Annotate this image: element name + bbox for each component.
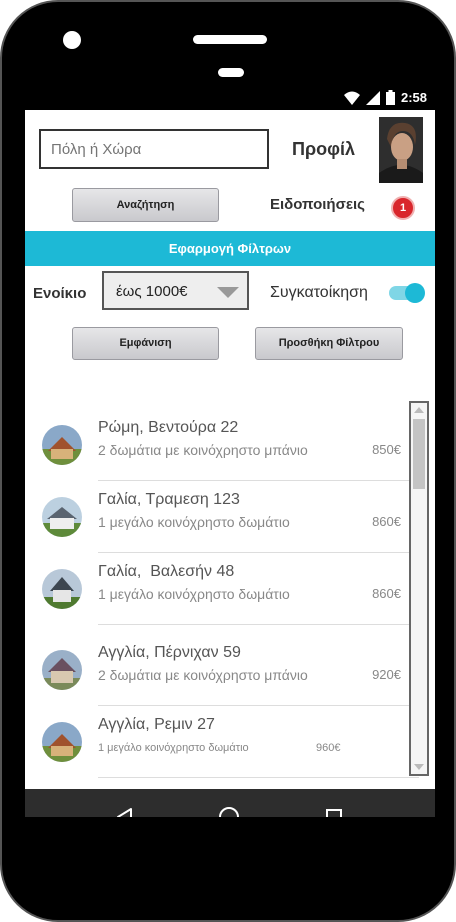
scroll-down-icon[interactable] <box>414 764 424 770</box>
app-screen: 2:58 Προφίλ Αναζήτηση Ειδοποιήσεις 1 Εφα… <box>25 87 435 817</box>
row-divider <box>98 624 419 625</box>
earpiece-speaker <box>193 35 267 44</box>
rent-dropdown-value: έως 1000€ <box>116 283 188 300</box>
listing-price: 960€ <box>316 742 341 754</box>
avatar-image <box>379 117 423 183</box>
toggle-knob <box>405 283 425 303</box>
front-camera <box>63 31 81 49</box>
apply-filters-button[interactable]: Εφαρμογή Φίλτρων <box>25 231 435 266</box>
listing-row[interactable]: Αγγλία, Πέρνιχαν 59 2 δωμάτια με κοινόχρ… <box>39 634 419 706</box>
house-thumbnail <box>42 497 82 537</box>
house-thumbnail <box>42 650 82 690</box>
house-thumbnail <box>42 425 82 465</box>
house-thumbnail <box>42 722 82 762</box>
chevron-down-icon <box>217 287 239 298</box>
listings-scrollbar[interactable] <box>409 401 429 776</box>
signal-icon <box>365 90 380 105</box>
listing-row[interactable]: Γαλία, Τραμεση 123 1 μεγάλο κοινόχρηστο … <box>39 481 419 553</box>
phone-frame: 2:58 Προφίλ Αναζήτηση Ειδοποιήσεις 1 Εφα… <box>0 0 456 922</box>
proximity-sensor <box>218 68 244 77</box>
status-bar: 2:58 <box>25 87 435 110</box>
listing-title: Ρώμη, Βεντούρα 22 <box>98 419 239 436</box>
notifications-badge[interactable]: 1 <box>391 196 415 220</box>
city-country-search-input[interactable] <box>39 129 269 169</box>
listing-row[interactable]: Ρώμη, Βεντούρα 22 2 δωμάτια με κοινόχρησ… <box>39 409 419 481</box>
listing-description: 1 μεγάλο κοινόχρηστο δωμάτιο <box>98 586 290 602</box>
listing-price: 860€ <box>372 514 401 529</box>
listing-row[interactable]: Αγγλία, Ρεμιν 27 1 μεγάλο κοινόχρηστο δω… <box>39 706 419 778</box>
home-icon[interactable] <box>217 805 241 817</box>
add-filter-button[interactable]: Προσθήκη Φίλτρου <box>255 327 403 360</box>
listing-description: 2 δωμάτια με κοινόχρηστο μπάνιο <box>98 442 308 458</box>
listing-title: Γαλία, Βαλεσήν 48 <box>98 563 235 580</box>
android-navigation-bar <box>25 789 435 817</box>
shared-housing-toggle[interactable] <box>389 283 425 303</box>
listing-row[interactable]: Γαλία, Βαλεσήν 48 1 μεγάλο κοινόχρηστο δ… <box>39 553 419 625</box>
listing-description: 1 μεγάλο κοινόχρηστο δωμάτιο <box>98 742 249 754</box>
search-button[interactable]: Αναζήτηση <box>72 188 219 222</box>
listing-title: Αγγλία, Ρεμιν 27 <box>98 716 215 733</box>
shared-housing-label: Συγκατοίκηση <box>270 284 368 301</box>
profile-label[interactable]: Προφίλ <box>292 139 355 160</box>
recents-icon[interactable] <box>322 805 346 817</box>
status-time: 2:58 <box>400 90 427 105</box>
back-icon[interactable] <box>113 805 137 817</box>
listing-title: Γαλία, Τραμεση 123 <box>98 491 240 508</box>
listing-description: 1 μεγάλο κοινόχρηστο δωμάτιο <box>98 514 290 530</box>
listing-price: 850€ <box>372 442 401 457</box>
show-button[interactable]: Εμφάνιση <box>72 327 219 360</box>
notifications-label[interactable]: Ειδοποιήσεις <box>270 196 365 213</box>
scroll-thumb[interactable] <box>413 419 425 489</box>
house-thumbnail <box>42 569 82 609</box>
profile-avatar[interactable] <box>379 117 423 183</box>
wifi-icon <box>343 91 360 105</box>
listing-description: 2 δωμάτια με κοινόχρηστο μπάνιο <box>98 667 308 683</box>
listing-price: 920€ <box>372 667 401 682</box>
scroll-up-icon[interactable] <box>414 407 424 413</box>
rent-dropdown[interactable]: έως 1000€ <box>102 271 249 310</box>
listing-title: Αγγλία, Πέρνιχαν 59 <box>98 644 241 661</box>
battery-icon <box>385 90 395 105</box>
row-divider <box>98 777 419 778</box>
listing-price: 860€ <box>372 586 401 601</box>
rent-label: Ενοίκιο <box>33 285 87 302</box>
